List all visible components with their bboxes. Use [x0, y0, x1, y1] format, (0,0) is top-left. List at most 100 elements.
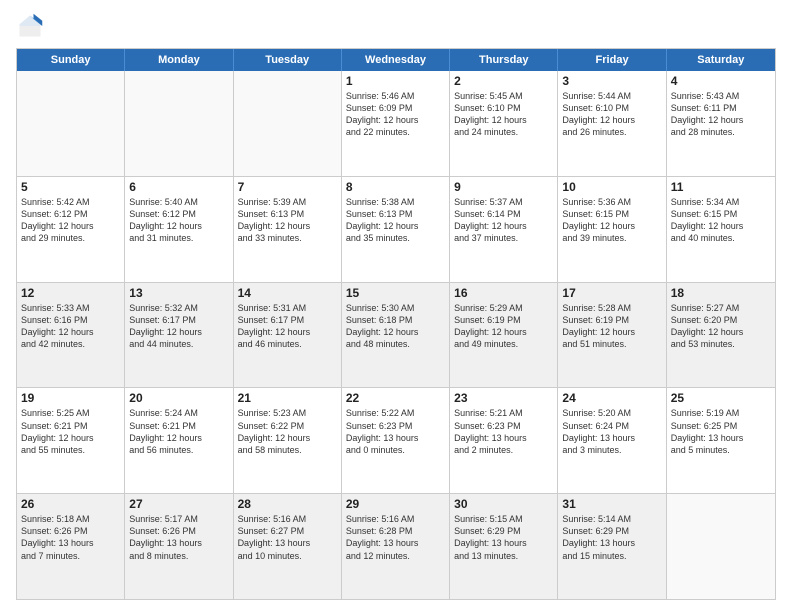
- day-number: 5: [21, 180, 120, 194]
- cell-text: Sunrise: 5:16 AM Sunset: 6:27 PM Dayligh…: [238, 513, 337, 562]
- header: [16, 12, 776, 40]
- cell-text: Sunrise: 5:25 AM Sunset: 6:21 PM Dayligh…: [21, 407, 120, 456]
- cal-cell-3-6: 25Sunrise: 5:19 AM Sunset: 6:25 PM Dayli…: [667, 388, 775, 493]
- calendar-header: SundayMondayTuesdayWednesdayThursdayFrid…: [17, 49, 775, 71]
- day-number: 24: [562, 391, 661, 405]
- cell-text: Sunrise: 5:34 AM Sunset: 6:15 PM Dayligh…: [671, 196, 771, 245]
- cell-text: Sunrise: 5:43 AM Sunset: 6:11 PM Dayligh…: [671, 90, 771, 139]
- cell-text: Sunrise: 5:42 AM Sunset: 6:12 PM Dayligh…: [21, 196, 120, 245]
- day-number: 4: [671, 74, 771, 88]
- cal-cell-0-3: 1Sunrise: 5:46 AM Sunset: 6:09 PM Daylig…: [342, 71, 450, 176]
- calendar: SundayMondayTuesdayWednesdayThursdayFrid…: [16, 48, 776, 600]
- cell-text: Sunrise: 5:18 AM Sunset: 6:26 PM Dayligh…: [21, 513, 120, 562]
- cal-cell-1-2: 7 Sunrise: 5:39 AM Sunset: 6:13 PM Daylig…: [234, 177, 342, 282]
- cell-text: Sunrise: 5:30 AM Sunset: 6:18 PM Dayligh…: [346, 302, 445, 351]
- cell-text: Sunrise: 5:37 AM Sunset: 6:14 PM Dayligh…: [454, 196, 553, 245]
- day-number: 10: [562, 180, 661, 194]
- cell-text: Sunrise: 5:39 AM Sunset: 6:13 PM Dayligh…: [238, 196, 337, 245]
- cal-cell-2-5: 17 Sunrise: 5:28 AM Sunset: 6:19 PM Dayli…: [558, 283, 666, 388]
- cell-text: Sunrise: 5:22 AM Sunset: 6:23 PM Dayligh…: [346, 407, 445, 456]
- cal-cell-2-4: 16 Sunrise: 5:29 AM Sunset: 6:19 PM Dayli…: [450, 283, 558, 388]
- day-number: 13: [129, 286, 228, 300]
- day-number: 8: [346, 180, 445, 194]
- cell-text: Sunrise: 5:21 AM Sunset: 6:23 PM Dayligh…: [454, 407, 553, 456]
- day-number: 12: [21, 286, 120, 300]
- weekday-header-wednesday: Wednesday: [342, 49, 450, 71]
- cal-cell-2-2: 14 Sunrise: 5:31 AM Sunset: 6:17 PM Dayli…: [234, 283, 342, 388]
- cal-cell-4-5: 31Sunrise: 5:14 AM Sunset: 6:29 PM Dayli…: [558, 494, 666, 599]
- weekday-header-saturday: Saturday: [667, 49, 775, 71]
- cal-cell-4-2: 28 Sunrise: 5:16 AM Sunset: 6:27 PM Dayli…: [234, 494, 342, 599]
- day-number: 19: [21, 391, 120, 405]
- cal-cell-4-4: 30 Sunrise: 5:15 AM Sunset: 6:29 PM Dayli…: [450, 494, 558, 599]
- cell-text: Sunrise: 5:44 AM Sunset: 6:10 PM Dayligh…: [562, 90, 661, 139]
- day-number: 30: [454, 497, 553, 511]
- day-number: 9: [454, 180, 553, 194]
- calendar-row-4: 26 Sunrise: 5:18 AM Sunset: 6:26 PM Dayli…: [17, 494, 775, 599]
- day-number: 21: [238, 391, 337, 405]
- cell-text: Sunrise: 5:45 AM Sunset: 6:10 PM Dayligh…: [454, 90, 553, 139]
- day-number: 16: [454, 286, 553, 300]
- cell-text: Sunrise: 5:20 AM Sunset: 6:24 PM Dayligh…: [562, 407, 661, 456]
- cal-cell-1-3: 8 Sunrise: 5:38 AM Sunset: 6:13 PM Daylig…: [342, 177, 450, 282]
- cal-cell-3-3: 22Sunrise: 5:22 AM Sunset: 6:23 PM Dayli…: [342, 388, 450, 493]
- cell-text: Sunrise: 5:17 AM Sunset: 6:26 PM Dayligh…: [129, 513, 228, 562]
- weekday-header-monday: Monday: [125, 49, 233, 71]
- logo-icon: [16, 12, 44, 40]
- calendar-row-2: 12Sunrise: 5:33 AM Sunset: 6:16 PM Dayli…: [17, 283, 775, 389]
- weekday-header-tuesday: Tuesday: [234, 49, 342, 71]
- day-number: 27: [129, 497, 228, 511]
- cell-text: Sunrise: 5:24 AM Sunset: 6:21 PM Dayligh…: [129, 407, 228, 456]
- cal-cell-4-6: [667, 494, 775, 599]
- cal-cell-1-1: 6Sunrise: 5:40 AM Sunset: 6:12 PM Daylig…: [125, 177, 233, 282]
- day-number: 3: [562, 74, 661, 88]
- cal-cell-0-1: [125, 71, 233, 176]
- day-number: 29: [346, 497, 445, 511]
- day-number: 7: [238, 180, 337, 194]
- day-number: 15: [346, 286, 445, 300]
- day-number: 26: [21, 497, 120, 511]
- cal-cell-3-2: 21 Sunrise: 5:23 AM Sunset: 6:22 PM Dayli…: [234, 388, 342, 493]
- calendar-row-3: 19 Sunrise: 5:25 AM Sunset: 6:21 PM Dayli…: [17, 388, 775, 494]
- cell-text: Sunrise: 5:15 AM Sunset: 6:29 PM Dayligh…: [454, 513, 553, 562]
- day-number: 11: [671, 180, 771, 194]
- cal-cell-4-0: 26 Sunrise: 5:18 AM Sunset: 6:26 PM Dayli…: [17, 494, 125, 599]
- cal-cell-3-5: 24 Sunrise: 5:20 AM Sunset: 6:24 PM Dayli…: [558, 388, 666, 493]
- cal-cell-1-4: 9 Sunrise: 5:37 AM Sunset: 6:14 PM Daylig…: [450, 177, 558, 282]
- day-number: 20: [129, 391, 228, 405]
- cell-text: Sunrise: 5:31 AM Sunset: 6:17 PM Dayligh…: [238, 302, 337, 351]
- day-number: 23: [454, 391, 553, 405]
- cell-text: Sunrise: 5:28 AM Sunset: 6:19 PM Dayligh…: [562, 302, 661, 351]
- day-number: 14: [238, 286, 337, 300]
- logo: [16, 12, 50, 40]
- cell-text: Sunrise: 5:32 AM Sunset: 6:17 PM Dayligh…: [129, 302, 228, 351]
- cal-cell-2-1: 13 Sunrise: 5:32 AM Sunset: 6:17 PM Dayli…: [125, 283, 233, 388]
- cell-text: Sunrise: 5:29 AM Sunset: 6:19 PM Dayligh…: [454, 302, 553, 351]
- day-number: 25: [671, 391, 771, 405]
- cal-cell-1-5: 10Sunrise: 5:36 AM Sunset: 6:15 PM Dayli…: [558, 177, 666, 282]
- cal-cell-3-0: 19 Sunrise: 5:25 AM Sunset: 6:21 PM Dayli…: [17, 388, 125, 493]
- day-number: 18: [671, 286, 771, 300]
- weekday-header-friday: Friday: [558, 49, 666, 71]
- cal-cell-0-2: [234, 71, 342, 176]
- cell-text: Sunrise: 5:23 AM Sunset: 6:22 PM Dayligh…: [238, 407, 337, 456]
- cell-text: Sunrise: 5:46 AM Sunset: 6:09 PM Dayligh…: [346, 90, 445, 139]
- cal-cell-0-4: 2 Sunrise: 5:45 AM Sunset: 6:10 PM Daylig…: [450, 71, 558, 176]
- cal-cell-4-1: 27 Sunrise: 5:17 AM Sunset: 6:26 PM Dayli…: [125, 494, 233, 599]
- day-number: 2: [454, 74, 553, 88]
- cal-cell-2-3: 15 Sunrise: 5:30 AM Sunset: 6:18 PM Dayli…: [342, 283, 450, 388]
- cal-cell-4-3: 29 Sunrise: 5:16 AM Sunset: 6:28 PM Dayli…: [342, 494, 450, 599]
- cell-text: Sunrise: 5:38 AM Sunset: 6:13 PM Dayligh…: [346, 196, 445, 245]
- cal-cell-0-0: [17, 71, 125, 176]
- calendar-row-1: 5 Sunrise: 5:42 AM Sunset: 6:12 PM Daylig…: [17, 177, 775, 283]
- day-number: 6: [129, 180, 228, 194]
- cal-cell-1-0: 5 Sunrise: 5:42 AM Sunset: 6:12 PM Daylig…: [17, 177, 125, 282]
- cal-cell-0-5: 3 Sunrise: 5:44 AM Sunset: 6:10 PM Daylig…: [558, 71, 666, 176]
- cal-cell-1-6: 11 Sunrise: 5:34 AM Sunset: 6:15 PM Dayli…: [667, 177, 775, 282]
- day-number: 28: [238, 497, 337, 511]
- cell-text: Sunrise: 5:14 AM Sunset: 6:29 PM Dayligh…: [562, 513, 661, 562]
- day-number: 17: [562, 286, 661, 300]
- page: SundayMondayTuesdayWednesdayThursdayFrid…: [0, 0, 792, 612]
- cell-text: Sunrise: 5:16 AM Sunset: 6:28 PM Dayligh…: [346, 513, 445, 562]
- weekday-header-thursday: Thursday: [450, 49, 558, 71]
